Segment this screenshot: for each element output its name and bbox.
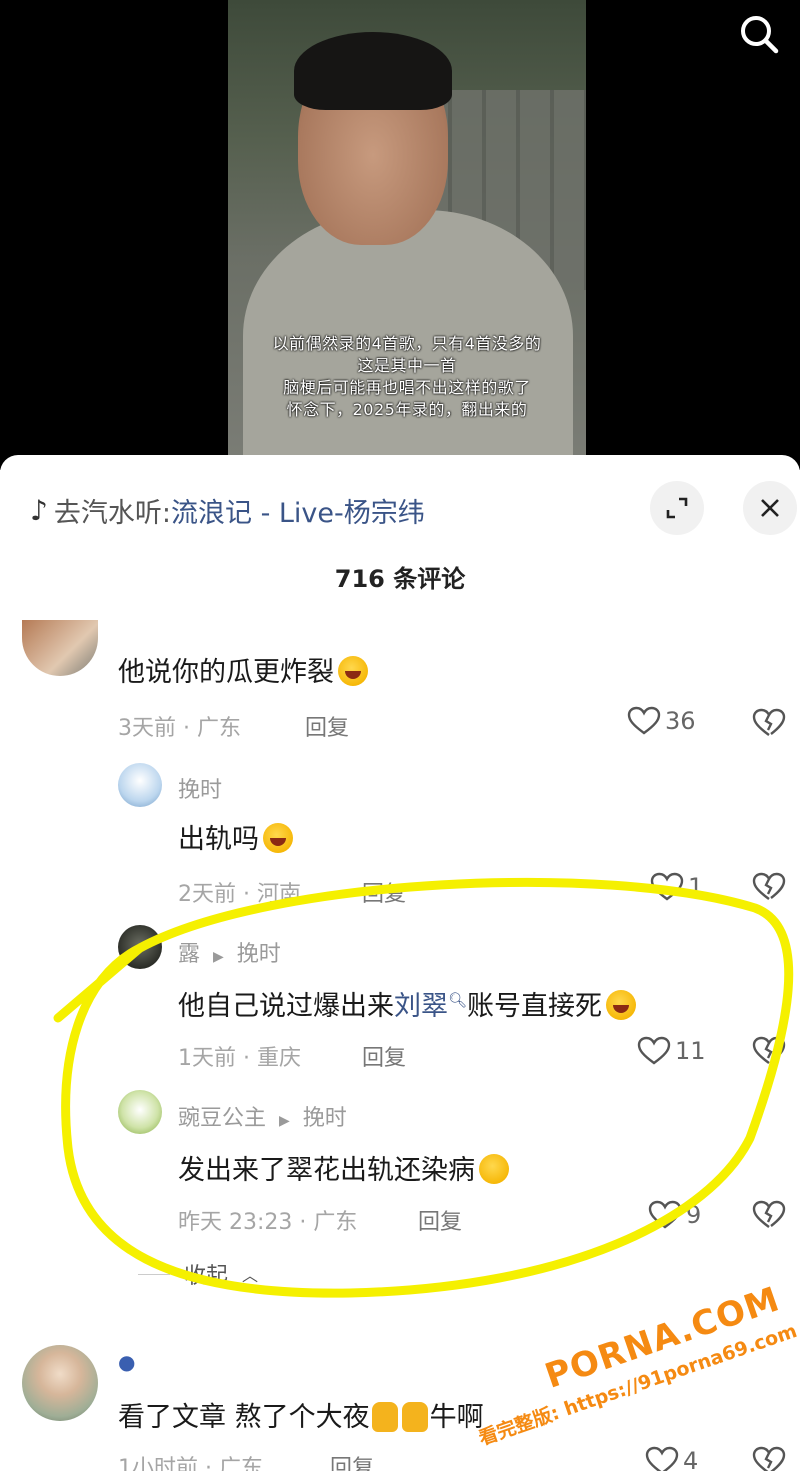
- heart-icon: [648, 1200, 682, 1229]
- reply-button[interactable]: 回复: [330, 1450, 374, 1471]
- video-subtitle-line: 以前偶然录的4首歌，只有4首没多的: [272, 334, 542, 353]
- heart-icon: [645, 1446, 679, 1471]
- reply-header: 豌豆公主 ▶ 挽时: [178, 1100, 347, 1132]
- video-frame[interactable]: 以前偶然录的4首歌，只有4首没多的 这是其中一首 脑梗后可能再也唱不出这样的歌了…: [228, 0, 586, 470]
- avatar[interactable]: [118, 1090, 162, 1134]
- like-count: 11: [675, 1037, 706, 1065]
- comment-text: 他自己说过爆出来刘翠🔍︎账号直接死: [178, 984, 637, 1023]
- like-count: 9: [686, 1201, 702, 1229]
- video-player[interactable]: 以前偶然录的4首歌，只有4首没多的 这是其中一首 脑梗后可能再也唱不出这样的歌了…: [0, 0, 800, 470]
- comment-text: 他说你的瓜更炸裂: [118, 650, 368, 689]
- collapse-replies-button[interactable]: 收起 ︿: [138, 1258, 258, 1290]
- heart-icon: [650, 872, 684, 901]
- reply-arrow-icon: ▶: [213, 949, 224, 965]
- comment-text: 发出来了翠花出轨还染病: [178, 1148, 509, 1187]
- video-subtitle-line: 脑梗后可能再也唱不出这样的歌了: [283, 378, 531, 397]
- comment-meta: 昨天 23:23 · 广东: [178, 1210, 358, 1235]
- reply-button[interactable]: 回复: [362, 876, 406, 908]
- heart-icon: [637, 1036, 671, 1065]
- video-subtitle-line: 这是其中一首: [357, 356, 457, 375]
- comment-text: 出轨吗: [178, 817, 293, 856]
- search-icon: 🔍︎: [448, 991, 468, 1009]
- music-link[interactable]: ♪ 去汽水听: 流浪记 - Live-杨宗纬: [30, 491, 425, 530]
- comment-meta: 2天前 · 河南: [178, 882, 301, 907]
- like-button[interactable]: 1: [650, 872, 703, 902]
- close-button[interactable]: [743, 481, 797, 535]
- reply-to-username[interactable]: 挽时: [303, 1106, 347, 1131]
- thumbs-up-emoji: [401, 1402, 428, 1432]
- avatar[interactable]: [118, 925, 162, 969]
- expand-button[interactable]: [650, 481, 704, 535]
- laughing-crying-emoji: [263, 823, 293, 853]
- reply-button[interactable]: 回复: [418, 1204, 462, 1236]
- search-icon: [741, 16, 779, 54]
- broken-heart-icon: [752, 1200, 786, 1228]
- comment-sheet: ♪ 去汽水听: 流浪记 - Live-杨宗纬 716 条评论: [0, 455, 800, 1471]
- expand-icon: [666, 497, 688, 519]
- reply-button[interactable]: 回复: [362, 1040, 406, 1072]
- laughing-crying-emoji: [606, 990, 637, 1020]
- music-note-icon: ♪: [30, 494, 48, 527]
- smirk-emoji: [479, 1154, 509, 1184]
- username[interactable]: ●: [118, 1350, 135, 1374]
- like-count: 36: [665, 707, 696, 735]
- person-hair: [294, 32, 452, 110]
- video-subtitle-line: 怀念下，2025年录的，翻出来的: [286, 400, 528, 419]
- username[interactable]: 挽时: [178, 772, 222, 804]
- chevron-up-icon: ︿: [242, 1266, 259, 1285]
- like-button[interactable]: 9: [648, 1200, 701, 1230]
- broken-heart-icon: [752, 708, 786, 736]
- like-count: 4: [683, 1447, 699, 1471]
- music-title: 流浪记 - Live-杨宗纬: [170, 498, 425, 529]
- dislike-button[interactable]: [752, 708, 786, 742]
- broken-heart-icon: [752, 1036, 786, 1064]
- reply-arrow-icon: ▶: [279, 1113, 290, 1129]
- username-icon: ●: [118, 1350, 136, 1374]
- comment-meta: 1小时前 · 广东: [118, 1456, 263, 1471]
- broken-heart-icon: [752, 872, 786, 900]
- divider: [138, 1273, 170, 1275]
- like-button[interactable]: 36: [627, 706, 696, 736]
- dislike-button[interactable]: [752, 1200, 786, 1234]
- comment-text: 看了文章 熬了个大夜 牛啊: [118, 1402, 484, 1433]
- close-icon: [761, 499, 779, 517]
- reply-header: 露 ▶ 挽时: [178, 936, 281, 968]
- music-source: 去汽水听:: [53, 498, 171, 529]
- comment-meta: 1天前 · 重庆: [178, 1046, 301, 1071]
- reply-to-username[interactable]: 挽时: [237, 942, 281, 967]
- search-button[interactable]: [730, 6, 786, 62]
- avatar[interactable]: [22, 1345, 98, 1421]
- like-count: 1: [688, 873, 704, 901]
- broken-heart-icon: [752, 1446, 786, 1471]
- username[interactable]: 露: [178, 942, 200, 967]
- laughing-crying-emoji: [338, 656, 368, 686]
- username[interactable]: 豌豆公主: [178, 1106, 266, 1131]
- avatar[interactable]: [118, 763, 162, 807]
- like-button[interactable]: 11: [637, 1036, 706, 1066]
- mention-link[interactable]: 刘翠: [394, 991, 448, 1022]
- thumbs-up-emoji: [371, 1402, 398, 1432]
- heart-icon: [627, 706, 661, 735]
- reply-button[interactable]: 回复: [305, 710, 349, 742]
- like-button[interactable]: 4: [645, 1446, 698, 1471]
- comment-count: 716 条评论: [334, 565, 466, 593]
- comment-meta: 3天前 · 广东: [118, 716, 241, 741]
- collapse-label: 收起: [184, 1264, 229, 1289]
- dislike-button[interactable]: [752, 1446, 786, 1471]
- dislike-button[interactable]: [752, 1036, 786, 1070]
- dislike-button[interactable]: [752, 872, 786, 906]
